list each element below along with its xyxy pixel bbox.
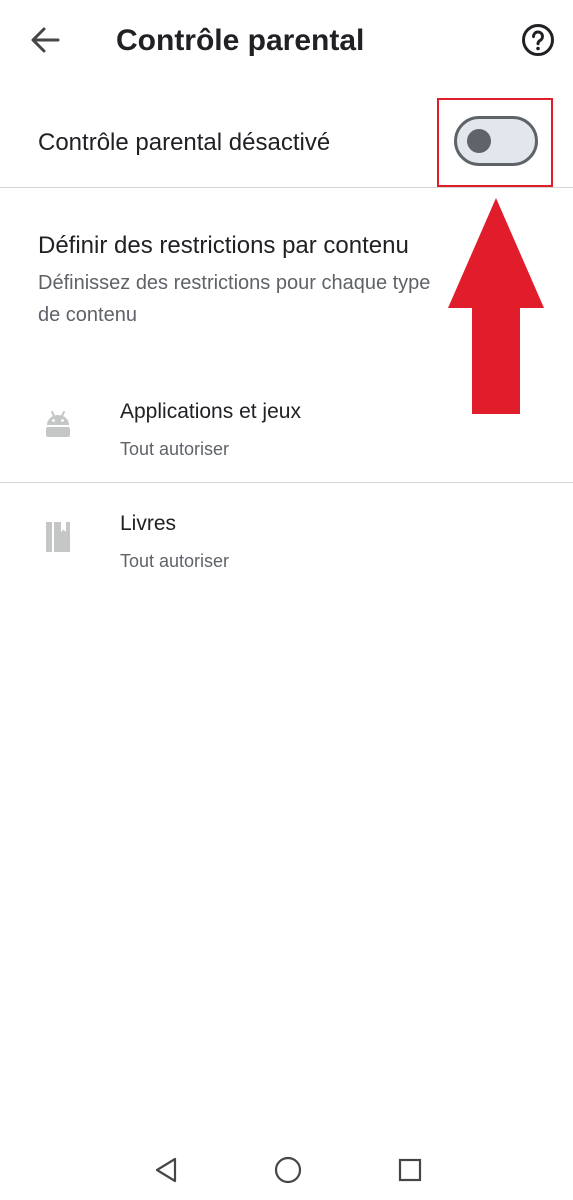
restrictions-section-title: Définir des restrictions par contenu xyxy=(38,232,409,259)
android-icon xyxy=(46,411,70,437)
list-item-books[interactable]: Livres Tout autoriser xyxy=(0,494,573,594)
book-icon xyxy=(46,522,70,552)
list-item-title: Applications et jeux xyxy=(120,400,301,423)
list-item-subtitle: Tout autoriser xyxy=(120,551,230,571)
app-bar: Contrôle parental xyxy=(0,0,573,82)
nav-recents-button[interactable] xyxy=(392,1152,428,1188)
nav-back-button[interactable] xyxy=(148,1152,184,1188)
nav-recents-square-icon xyxy=(398,1158,422,1182)
annotation-arrow-up-icon xyxy=(448,198,544,414)
list-item-title: Livres xyxy=(120,512,177,535)
help-circle-icon xyxy=(522,24,554,56)
parental-control-status-label: Contrôle parental désactivé xyxy=(38,129,331,156)
page-title: Contrôle parental xyxy=(116,24,365,57)
nav-home-button[interactable] xyxy=(270,1152,306,1188)
divider xyxy=(0,482,573,483)
annotation-highlight-box xyxy=(437,98,553,187)
divider xyxy=(0,187,573,188)
back-button[interactable] xyxy=(24,20,66,60)
nav-home-circle-icon xyxy=(274,1156,302,1184)
arrow-back-icon xyxy=(31,27,60,53)
help-button[interactable] xyxy=(518,20,558,60)
restrictions-section-description: Définissez des restrictions pour chaque … xyxy=(38,272,431,326)
system-navigation-bar xyxy=(0,1140,573,1200)
nav-back-triangle-icon xyxy=(155,1157,177,1183)
list-item-subtitle: Tout autoriser xyxy=(120,439,230,459)
